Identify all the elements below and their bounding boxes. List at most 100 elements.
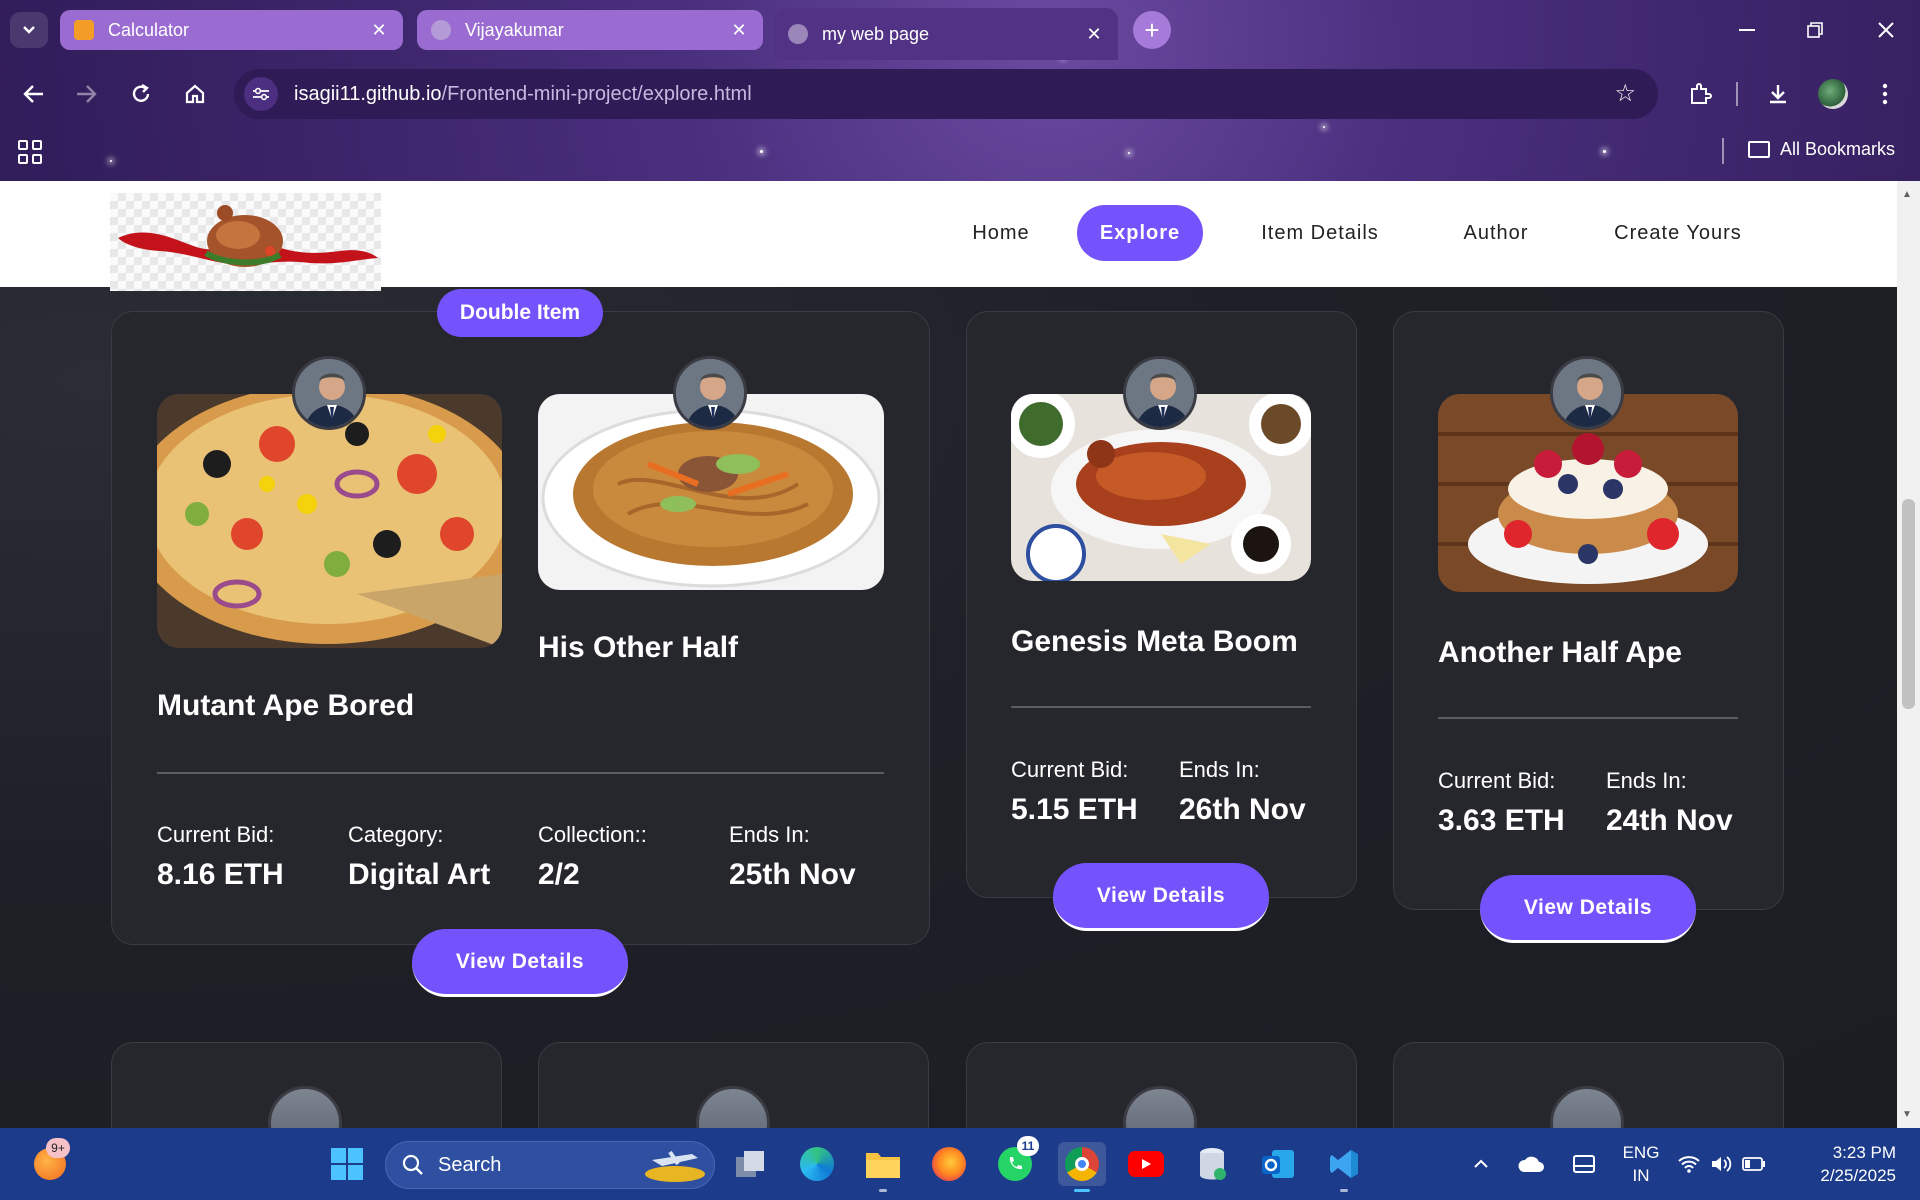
taskbar-search[interactable]: Search — [385, 1141, 715, 1189]
weather-widget[interactable]: 9+ — [28, 1138, 72, 1186]
collection-label: Collection:: — [538, 822, 647, 847]
double-item-badge: Double Item — [437, 289, 603, 337]
bookmarks-divider — [1722, 138, 1724, 164]
globe-favicon-icon — [431, 20, 451, 40]
creator-avatar[interactable] — [673, 356, 747, 430]
show-hidden-icons-button[interactable] — [1466, 1142, 1496, 1186]
download-icon — [1770, 85, 1786, 104]
restore-button[interactable] — [1781, 0, 1849, 60]
file-explorer-taskbar-icon[interactable] — [861, 1142, 905, 1192]
new-tab-button[interactable]: + — [1133, 11, 1171, 49]
all-bookmarks-button[interactable]: All Bookmarks — [1748, 139, 1895, 160]
web-page: Home Explore Item Details Author Create … — [0, 181, 1897, 1128]
chevron-down-icon — [23, 26, 35, 34]
quick-settings-button[interactable] — [1678, 1142, 1788, 1186]
tab-label: my web page — [822, 23, 930, 44]
back-button[interactable] — [14, 74, 54, 114]
view-details-button[interactable]: View Details — [1480, 875, 1696, 943]
item-title: Genesis Meta Boom — [1011, 625, 1298, 658]
tab-calculator[interactable]: Calculator ✕ — [60, 10, 403, 50]
bookmark-star-icon[interactable]: ☆ — [1614, 79, 1636, 108]
edge-icon — [800, 1147, 834, 1181]
creator-avatar[interactable] — [292, 356, 366, 430]
current-bid-value: 8.16 ETH — [157, 858, 284, 891]
close-tab-icon[interactable]: ✕ — [369, 20, 389, 41]
reload-button[interactable] — [121, 74, 161, 114]
search-highlight-icon — [645, 1150, 705, 1182]
view-details-button[interactable]: View Details — [412, 929, 628, 997]
address-bar[interactable]: isagii11.github.io/Frontend-mini-project… — [234, 69, 1658, 119]
tab-vijayakumar[interactable]: Vijayakumar ✕ — [417, 10, 763, 50]
database-icon — [1200, 1148, 1226, 1180]
close-icon — [1878, 22, 1894, 38]
collection-value: 2/2 — [538, 858, 580, 891]
site-info-icon[interactable] — [244, 77, 278, 111]
current-bid-label: Current Bid: — [1011, 757, 1129, 782]
tune-icon — [253, 87, 269, 101]
youtube-taskbar-icon[interactable] — [1124, 1142, 1168, 1186]
site-logo[interactable] — [110, 193, 381, 291]
apps-grid-icon[interactable] — [18, 140, 42, 164]
ends-in-value: 24th Nov — [1606, 804, 1733, 837]
start-button[interactable] — [325, 1142, 369, 1186]
downloads-button[interactable] — [1758, 74, 1798, 114]
url-text[interactable]: isagii11.github.io/Frontend-mini-project… — [294, 83, 752, 106]
ends-in-value: 25th Nov — [729, 858, 856, 891]
globe-favicon-icon — [788, 24, 808, 44]
nav-create-yours[interactable]: Create Yours — [1590, 205, 1766, 261]
scroll-up-icon[interactable]: ▲ — [1902, 189, 1912, 200]
database-app-taskbar-icon[interactable] — [1190, 1142, 1234, 1186]
tab-label: Calculator — [108, 19, 190, 40]
page-scrollbar[interactable]: ▲ ▼ — [1897, 181, 1920, 1128]
close-tab-icon[interactable]: ✕ — [1084, 24, 1104, 45]
edge-taskbar-icon[interactable] — [795, 1142, 839, 1186]
close-window-button[interactable] — [1852, 0, 1920, 60]
volume-icon — [1712, 1156, 1732, 1172]
cloud-icon — [1518, 1156, 1544, 1172]
tab-my-web-page[interactable]: my web page ✕ — [774, 8, 1118, 60]
folder-icon — [1748, 141, 1770, 158]
category-label: Category: — [348, 822, 444, 847]
outlook-taskbar-icon[interactable] — [1256, 1142, 1300, 1186]
task-view-icon — [736, 1151, 764, 1177]
nav-author[interactable]: Author — [1438, 205, 1554, 261]
input-language-indicator[interactable]: ENG IN — [1616, 1141, 1666, 1187]
running-indicator — [1340, 1189, 1348, 1192]
scroll-down-icon[interactable]: ▼ — [1902, 1109, 1912, 1120]
task-view-button[interactable] — [728, 1142, 772, 1186]
view-details-button[interactable]: View Details — [1053, 863, 1269, 931]
taskbar-tray-icon[interactable] — [1566, 1142, 1602, 1186]
arrow-right-icon — [77, 85, 97, 103]
extensions-button[interactable] — [1680, 74, 1720, 114]
onedrive-tray-icon[interactable] — [1513, 1142, 1549, 1186]
menu-button[interactable] — [1865, 74, 1905, 114]
minimize-icon — [1739, 29, 1755, 31]
forward-button[interactable] — [66, 74, 106, 114]
puzzle-icon — [1691, 83, 1712, 104]
close-tab-icon[interactable]: ✕ — [729, 20, 749, 41]
clock[interactable]: 3:23 PM 2/25/2025 — [1800, 1141, 1896, 1187]
creator-avatar[interactable] — [1550, 356, 1624, 430]
unread-badge: 11 — [1017, 1136, 1039, 1156]
firefox-taskbar-icon[interactable] — [927, 1142, 971, 1186]
firefox-icon — [932, 1147, 966, 1181]
vscode-taskbar-icon[interactable] — [1322, 1142, 1366, 1192]
ends-in-label: Ends In: — [1179, 757, 1260, 782]
profile-button[interactable] — [1813, 74, 1853, 114]
minimize-button[interactable] — [1713, 0, 1781, 60]
item-title: Mutant Ape Bored — [157, 689, 415, 722]
home-button[interactable] — [175, 74, 215, 114]
pizza-image-art — [157, 394, 502, 648]
nav-explore[interactable]: Explore — [1077, 205, 1203, 261]
creator-avatar[interactable] — [1123, 356, 1197, 430]
nav-item-details[interactable]: Item Details — [1238, 205, 1402, 261]
nav-home[interactable]: Home — [946, 205, 1056, 261]
more-vert-icon — [1882, 83, 1888, 105]
pizza-image[interactable] — [157, 394, 502, 648]
whatsapp-taskbar-icon[interactable]: 11 — [993, 1136, 1039, 1186]
item-title: His Other Half — [538, 631, 739, 664]
chrome-taskbar-icon[interactable] — [1058, 1142, 1106, 1192]
scrollbar-thumb[interactable] — [1902, 499, 1915, 709]
language-label: ENG — [1622, 1143, 1660, 1162]
tab-search-button[interactable] — [10, 12, 48, 48]
